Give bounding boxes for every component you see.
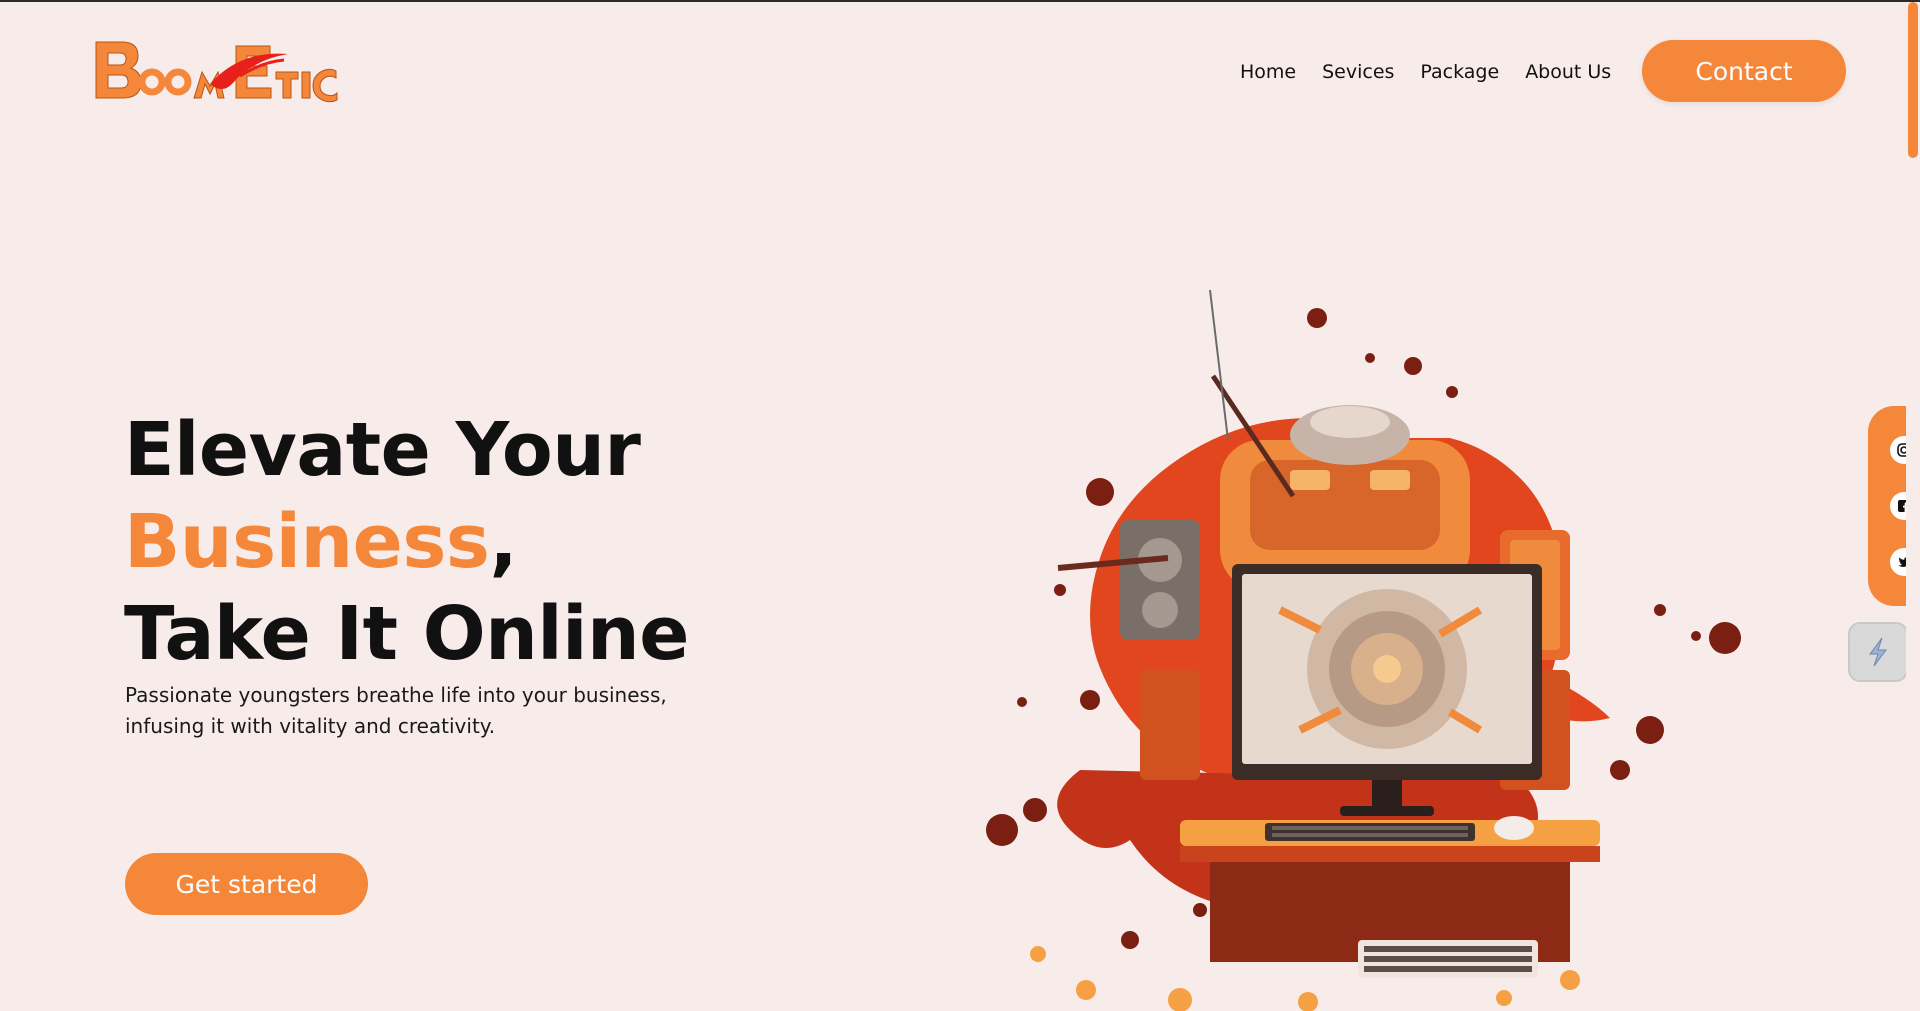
contact-button[interactable]: Contact	[1642, 40, 1846, 102]
hero-subtitle: Passionate youngsters breathe life into …	[125, 680, 725, 742]
hero-title-line-1: Elevate Your	[124, 407, 641, 493]
logo-graphic	[95, 41, 338, 103]
nav-link-services[interactable]: Sevices	[1322, 61, 1394, 83]
get-started-button[interactable]: Get started	[125, 853, 368, 915]
hero-subtitle-line-1: Passionate youngsters breathe life into …	[125, 683, 667, 707]
hero-title: Elevate Your Business, Take It Online	[124, 404, 689, 680]
scrollbar-thumb[interactable]	[1908, 2, 1918, 158]
hero-title-line-2: Business,	[124, 496, 689, 588]
extension-button[interactable]	[1848, 622, 1908, 682]
hero-title-accent: Business	[124, 499, 490, 585]
hero-title-comma: ,	[489, 499, 518, 585]
computer-splash-illustration	[986, 290, 1741, 1011]
nav-link-package[interactable]: Package	[1420, 61, 1499, 83]
brand-logo[interactable]	[90, 36, 390, 116]
main-nav: Home Sevices Package About Us	[1240, 40, 1611, 104]
hero-illustration	[940, 290, 1820, 1011]
nav-link-home[interactable]: Home	[1240, 61, 1296, 83]
hero-subtitle-line-2: infusing it with vitality and creativity…	[125, 714, 496, 738]
top-border-line	[0, 0, 1920, 2]
hero-title-line-3: Take It Online	[124, 591, 689, 677]
lightning-icon	[1869, 637, 1887, 667]
nav-link-about-us[interactable]: About Us	[1525, 61, 1611, 83]
